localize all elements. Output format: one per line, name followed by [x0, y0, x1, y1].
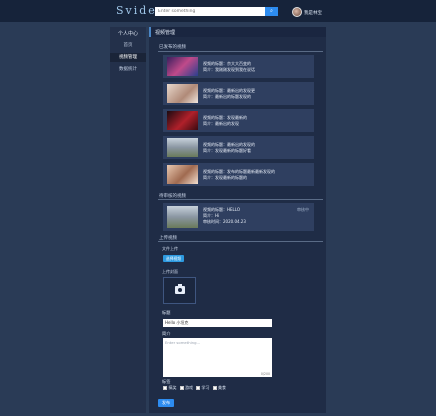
checkbox[interactable] [196, 386, 200, 390]
video-thumbnail[interactable] [167, 111, 198, 130]
tag-option[interactable]: 搞笑 [163, 385, 177, 391]
recent-section-title: 已发布的视频 [159, 45, 186, 50]
video-thumbnail[interactable] [167, 57, 198, 76]
username[interactable]: 我是林宝 [304, 10, 322, 16]
pending-video-card[interactable]: 视频的标题：HELLO 简介：Hi 审核时间：2020.04.23 审核中 [163, 203, 314, 231]
video-card[interactable]: 视频的标题：京大大百变的 简介：我刚刚发现到我在说话 [163, 55, 314, 78]
top-bar: Svideo ⌕ 我是林宝 [0, 0, 436, 22]
sidebar-title: 个人中心 [117, 31, 138, 37]
search-input[interactable] [155, 7, 265, 16]
video-thumbnail[interactable] [167, 84, 198, 103]
video-card[interactable]: 视频的标题：最新出的发现更 简介：最新出的标题发现的 [163, 82, 314, 105]
cover-upload-box[interactable] [163, 277, 196, 304]
tag-option[interactable]: 游戏 [179, 385, 193, 391]
video-thumbnail[interactable] [167, 206, 198, 228]
camera-icon [175, 284, 185, 294]
intro-textarea[interactable]: Enter something... 0/200 [163, 338, 272, 377]
video-card[interactable]: 视频的标题：发现最新的 简介：最新出的发现 [163, 109, 314, 132]
sidebar-item-stats[interactable]: 数据统计 [110, 65, 146, 74]
tag-option[interactable]: 学习 [196, 385, 210, 391]
file-upload-label: 文件上传 [162, 246, 178, 251]
video-desc: 简介：发现最新的标题的 [203, 175, 247, 180]
cover-upload-label: 上传封面 [162, 269, 178, 274]
tag-checkbox-group: 搞笑 游戏 学习 美食 [163, 385, 226, 391]
video-desc: 简介：发现最新的标题好看 [203, 148, 251, 153]
divider [158, 241, 323, 242]
pick-video-button[interactable]: 选择视频 [163, 255, 184, 262]
main-panel: 视频管理 已发布的视频 视频的标题：京大大百变的 简介：我刚刚发现到我在说话 视… [149, 27, 326, 413]
checkbox[interactable] [163, 386, 167, 390]
submit-button[interactable]: 发布 [158, 399, 174, 407]
review-time: 审核时间：2020.04.23 [203, 219, 246, 224]
avatar[interactable] [292, 7, 302, 17]
video-card[interactable]: 视频的标题：发布的标题最新最新发现的 简介：发现最新的标题的 [163, 163, 314, 186]
video-desc: 简介：最新出的标题发现的 [203, 94, 251, 99]
divider [158, 199, 323, 200]
intro-char-count: 0/200 [260, 372, 270, 376]
title-field-label: 标题 [162, 310, 171, 315]
page-title: 视频管理 [155, 30, 176, 36]
title-field[interactable] [163, 319, 272, 327]
sidebar: 个人中心 首页 视频管理 数据统计 [110, 27, 146, 413]
page-title-bar: 视频管理 [149, 27, 326, 37]
intro-field-label: 简介 [162, 331, 171, 336]
checkbox[interactable] [179, 386, 184, 390]
checkbox[interactable] [212, 386, 217, 390]
status-badge: 审核中 [297, 207, 309, 212]
divider [158, 51, 323, 52]
sidebar-item-home[interactable]: 首页 [110, 41, 146, 50]
video-desc: 简介：我刚刚发现到我在说话 [203, 67, 255, 72]
video-desc: 简介：最新出的发现 [203, 121, 239, 126]
video-thumbnail[interactable] [167, 138, 198, 157]
video-thumbnail[interactable] [167, 165, 198, 184]
sidebar-item-video-manage[interactable]: 视频管理 [110, 53, 146, 62]
intro-placeholder: Enter something... [165, 340, 201, 345]
tag-option[interactable]: 美食 [212, 385, 226, 391]
search-button[interactable]: ⌕ [265, 7, 278, 16]
video-card[interactable]: 视频的标题：最新出的发现的 简介：发现最新的标题好看 [163, 136, 314, 159]
